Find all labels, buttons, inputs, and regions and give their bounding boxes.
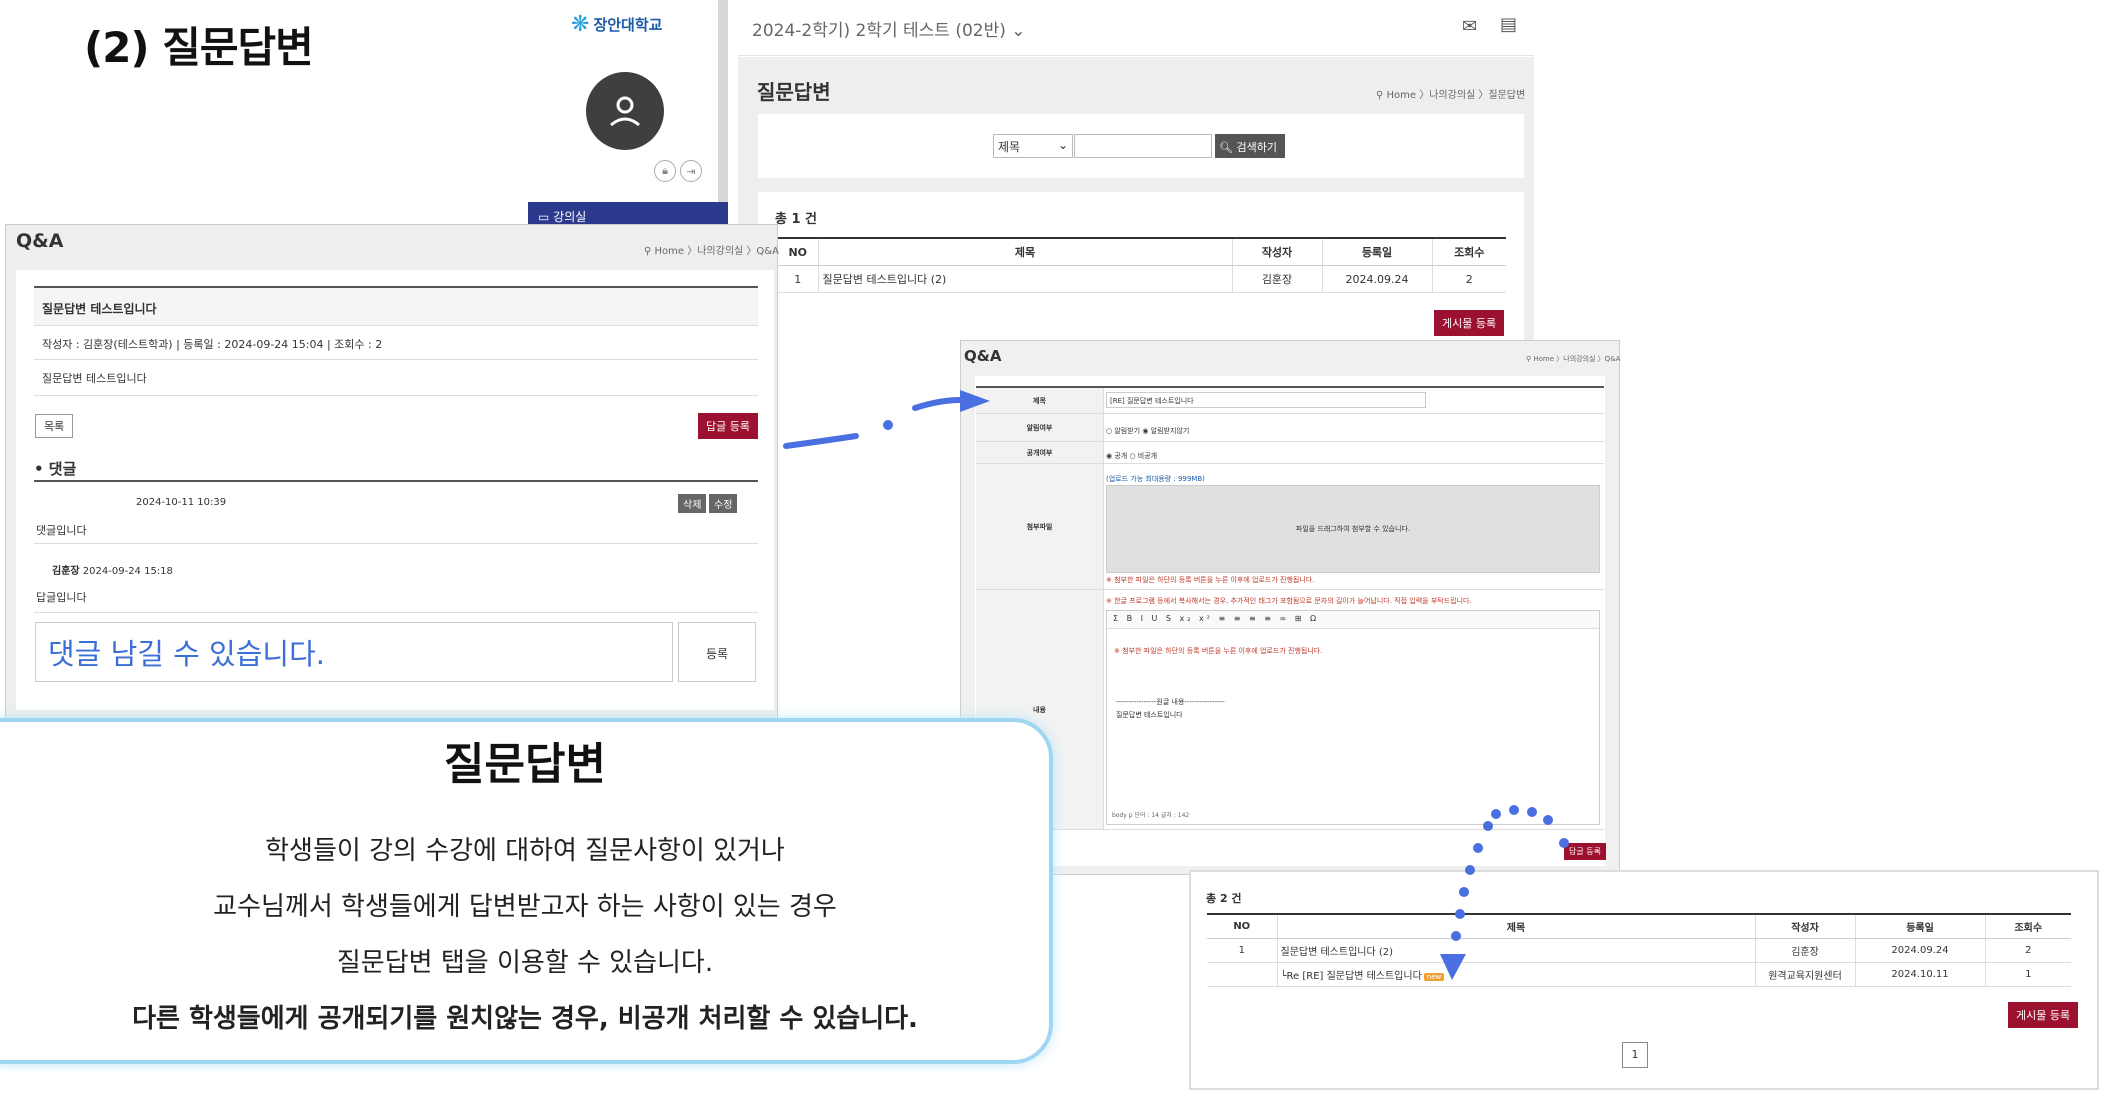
arrowhead-icon [960, 390, 990, 412]
connector-arrow-line [912, 397, 963, 411]
connector-dot [883, 420, 893, 430]
connector-to-form [783, 433, 859, 449]
connector-arrows [783, 390, 1569, 980]
dotted-arrow-down [1451, 805, 1569, 941]
arrowhead-down-icon [1440, 954, 1466, 980]
